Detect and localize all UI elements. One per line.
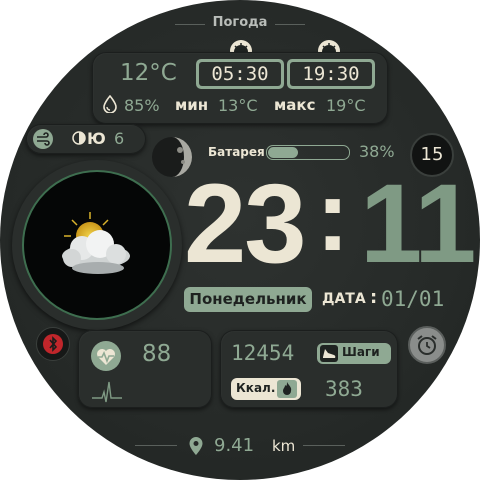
min-temp-value: 13°C	[218, 96, 258, 115]
sunset-box: 19:30	[287, 59, 375, 89]
divider-line	[275, 24, 305, 25]
temperature-value: 12°C	[120, 60, 177, 86]
date-value: 01/01	[381, 287, 445, 311]
compass-icon	[72, 131, 86, 145]
time-minutes: 11	[360, 161, 476, 286]
wind-icon	[33, 129, 53, 149]
heart-rate-value: 88	[142, 341, 172, 367]
sunrise-box: 05:30	[196, 59, 284, 89]
location-pin-icon	[189, 437, 203, 455]
humidity-drop-icon	[103, 95, 117, 113]
bluetooth-button[interactable]	[36, 327, 70, 361]
steps-value: 12454	[231, 341, 295, 365]
steps-pill: Шаги	[317, 343, 391, 364]
distance-value: 9.41	[214, 435, 255, 456]
date-separator: :	[370, 287, 378, 308]
weather-title: Погода	[212, 15, 268, 30]
wind-speed: 6	[114, 129, 125, 148]
calories-pill: Ккал.	[231, 378, 301, 400]
distance-unit: km	[272, 437, 296, 455]
alarm-button[interactable]	[408, 326, 446, 364]
battery-bar	[266, 145, 350, 160]
humidity-value: 85%	[124, 96, 160, 115]
time-hours: 23	[184, 161, 307, 286]
watch-face: Погода 12°C 05:30 19:30 85% мин 13°C мак…	[0, 0, 480, 480]
battery-fill	[268, 147, 298, 158]
max-temp-value: 19°C	[326, 96, 366, 115]
cloudy-sun-icon	[62, 212, 130, 274]
battery-label: Батарея	[208, 145, 265, 159]
steps-label: Шаги	[342, 345, 380, 359]
min-label: мин	[175, 96, 209, 114]
divider-line	[135, 445, 177, 446]
alarm-clock-icon	[417, 335, 437, 355]
sunrise-time: 05:30	[199, 62, 281, 86]
battery-value: 38%	[359, 142, 395, 161]
weekday-pill: Понедельник	[184, 287, 312, 312]
bluetooth-icon	[43, 334, 63, 354]
calories-label: Ккал.	[236, 381, 276, 395]
flame-icon	[277, 380, 297, 398]
max-label: макс	[274, 96, 316, 114]
sunset-time: 19:30	[290, 62, 372, 86]
divider-line	[303, 445, 345, 446]
wind-direction: Ю	[87, 129, 106, 148]
shoe-icon	[320, 345, 338, 362]
calories-value: 383	[325, 377, 363, 401]
divider-line	[175, 24, 205, 25]
date-label: ДАТА	[322, 291, 366, 307]
time-separator: :	[316, 160, 350, 272]
heart-icon	[91, 341, 121, 371]
ecg-icon	[92, 381, 122, 403]
